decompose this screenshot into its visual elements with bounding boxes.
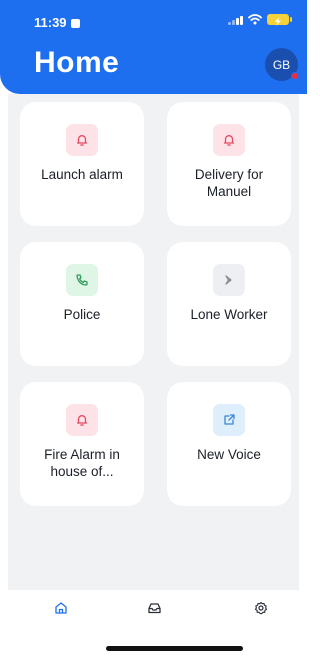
- tab-settings[interactable]: [251, 598, 271, 618]
- status-time: 11:39: [34, 15, 80, 30]
- card-police[interactable]: Police: [20, 242, 144, 366]
- bell-icon: [66, 124, 98, 156]
- signal-icon: [228, 15, 243, 25]
- chevron-right-icon: [213, 264, 245, 296]
- inbox-icon: [147, 603, 161, 614]
- card-label: Launch alarm: [41, 167, 123, 182]
- status-indicators: [228, 14, 292, 26]
- home-icon: [55, 602, 67, 614]
- notification-dot: [291, 72, 299, 80]
- bell-icon: [213, 124, 245, 156]
- card-fire-alarm[interactable]: Fire Alarm in house of...: [20, 382, 144, 506]
- card-new-voice[interactable]: New Voice: [167, 382, 291, 506]
- card-label: New Voice: [197, 447, 261, 462]
- avatar-initials: GB: [272, 57, 291, 72]
- phone-icon: [66, 264, 98, 296]
- status-bar: 11:39: [0, 0, 307, 40]
- card-label: Fire Alarm in house of...: [44, 447, 120, 479]
- home-indicator: [106, 646, 243, 651]
- gear-icon: [254, 601, 268, 615]
- wifi-icon: [248, 14, 262, 25]
- card-launch-alarm[interactable]: Launch alarm: [20, 102, 144, 226]
- card-label: Lone Worker: [190, 307, 268, 322]
- card-lone-worker[interactable]: Lone Worker: [167, 242, 291, 366]
- external-link-icon: [213, 404, 245, 436]
- card-label: Police: [63, 307, 101, 322]
- action-grid: Launch alarm Delivery for Manuel Police …: [8, 94, 299, 590]
- tab-home[interactable]: [51, 598, 71, 618]
- card-label: Delivery for Manuel: [194, 167, 264, 199]
- sim-icon: [70, 19, 80, 28]
- status-time-text: 11:39: [34, 15, 67, 30]
- page-title: Home: [34, 46, 120, 79]
- card-delivery-for-manuel[interactable]: Delivery for Manuel: [167, 102, 291, 226]
- bell-icon: [66, 404, 98, 436]
- battery-icon: [267, 14, 292, 26]
- avatar[interactable]: GB: [265, 48, 299, 81]
- tab-inbox[interactable]: [144, 598, 164, 618]
- app-header: 11:39 Home GB: [0, 0, 307, 94]
